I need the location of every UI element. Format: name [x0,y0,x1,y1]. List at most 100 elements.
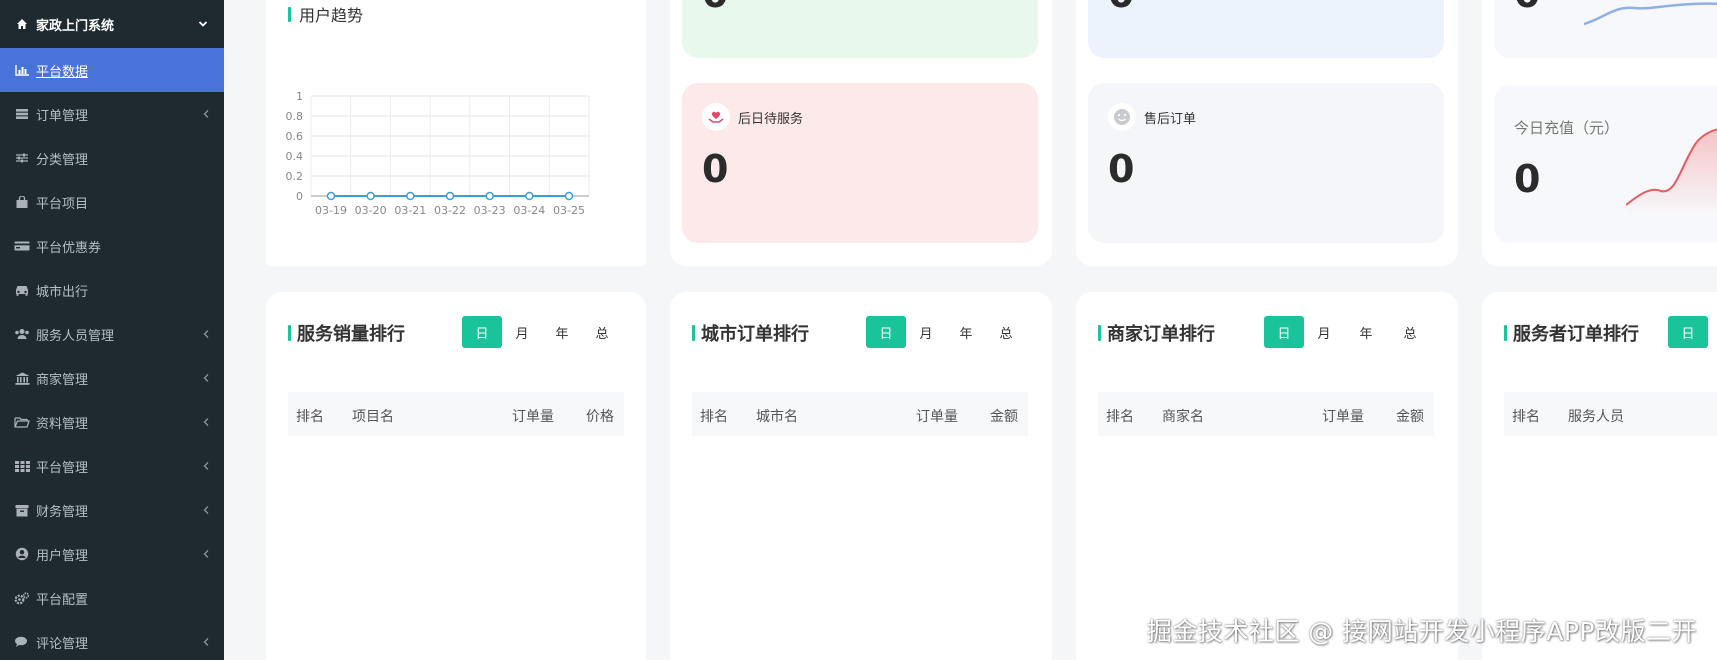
table-header: 排名 城市名 订单量 金额 [692,392,1028,436]
stat-column-1: 0 后日待服务 0 [670,0,1052,266]
tab-year[interactable]: 年 [542,316,582,348]
column-header: 订单量 [916,409,958,425]
tab-day[interactable]: 日 [1264,316,1304,348]
sidebar-item-materials[interactable]: 资料管理 [0,400,224,444]
user-trend-chart: 1 0.8 0.6 0.4 0.2 0 03-19 03-20 03-21 03-22 03-23 0… [286,90,590,217]
ranking-title: 服务者订单排行 [1504,320,1639,346]
stat-card-after-sale-service: 后日待服务 0 [682,83,1038,243]
ranking-card-services: 服务销量排行 日 月 年 总 排名 项目名 订单量 价格 [266,292,646,660]
ranking-title-text: 城市订单排行 [701,324,809,345]
tab-total[interactable]: 总 [986,316,1026,348]
stat-label: 售后订单 [1108,103,1196,131]
grid-icon [14,459,30,473]
dashboard-main: 用户趋势 1 0.8 0.6 0.4 0.2 0 03-19 03-20 03-21 03-22 0… [224,0,1717,660]
credit-card-icon [14,239,30,253]
stat-value: 0 [702,147,729,191]
sidebar: 家政上门系统 平台数据 订单管理 分类管理 平台项目 平台优惠券 城市出行 服务… [0,0,224,660]
sidebar-item-label: 资料管理 [36,416,89,432]
tab-day[interactable]: 日 [1668,316,1708,348]
sidebar-item-config[interactable]: 平台配置 [0,576,224,620]
stat-value: 0 [1514,0,1540,16]
tab-year[interactable]: 年 [1344,316,1388,348]
data-point [406,191,415,201]
column-header: 城市名 [756,409,798,425]
x-tick-label: 03-20 [355,204,387,217]
users-icon [14,327,30,341]
sliders-icon [14,151,30,165]
chevron-left-icon [203,374,209,382]
sidebar-item-merchants[interactable]: 商家管理 [0,356,224,400]
trend-title: 用户趋势 [288,2,363,26]
title-accent-bar [1098,325,1101,341]
column-header: 金额 [990,409,1018,425]
chevron-down-icon[interactable] [198,19,208,29]
sidebar-item-city-travel[interactable]: 城市出行 [0,268,224,312]
sidebar-header[interactable]: 家政上门系统 [0,0,224,48]
sidebar-item-categories[interactable]: 分类管理 [0,136,224,180]
sidebar-menu: 平台数据 订单管理 分类管理 平台项目 平台优惠券 城市出行 服务人员管理 商家… [0,48,224,660]
sidebar-item-platform-data[interactable]: 平台数据 [0,48,224,92]
ranking-title-text: 商家订单排行 [1107,324,1215,345]
stat-card-green: 0 [682,0,1038,58]
sidebar-item-comments[interactable]: 评论管理 [0,620,224,660]
trend-title-text: 用户趋势 [299,6,364,25]
user-circle-icon [14,547,30,561]
sidebar-item-users[interactable]: 用户管理 [0,532,224,576]
stat-card-after-sale-orders: 售后订单 0 [1088,83,1444,243]
y-tick-label: 1 [296,90,303,103]
x-tick-label: 03-24 [513,204,545,217]
user-trend-card: 用户趋势 1 0.8 0.6 0.4 0.2 0 03-19 03-20 03-21 03-22 0… [266,0,646,266]
sidebar-item-platform[interactable]: 平台管理 [0,444,224,488]
stat-label-text: 后日待服务 [738,111,804,127]
stat-value: 0 [1108,0,1134,16]
sparkline-blue [1584,2,1717,26]
chevron-left-icon [203,462,209,470]
ranking-title: 服务销量排行 [288,320,405,346]
sidebar-item-staff[interactable]: 服务人员管理 [0,312,224,356]
x-tick-label: 03-22 [434,204,466,217]
tab-day[interactable]: 日 [462,316,502,348]
sidebar-item-finance[interactable]: 财务管理 [0,488,224,532]
stat-card-today-recharge: 今日充值（元） 0 [1494,85,1717,243]
x-tick-label: 03-19 [315,204,347,217]
sidebar-item-label: 用户管理 [36,548,89,564]
tab-month[interactable]: 月 [1304,316,1344,348]
y-tick-label: 0.4 [286,150,304,163]
stat-label: 今日充值（元） [1514,117,1619,138]
tab-day[interactable]: 日 [866,316,906,348]
sidebar-item-label: 分类管理 [36,152,89,168]
sidebar-item-label: 评论管理 [36,636,89,652]
tab-month[interactable]: 月 [502,316,542,348]
home-icon [17,19,27,29]
sidebar-item-projects[interactable]: 平台项目 [0,180,224,224]
smiley-icon [1108,103,1136,131]
ranking-title-text: 服务者订单排行 [1513,324,1639,345]
chevron-left-icon [203,638,209,646]
sidebar-item-label: 平台优惠券 [36,240,102,256]
ranking-card-merchants: 商家订单排行 日 月 年 总 排名 商家名 订单量 金额 [1076,292,1458,660]
shopping-bag-icon [14,195,30,209]
sidebar-item-orders[interactable]: 订单管理 [0,92,224,136]
ranking-card-cities: 城市订单排行 日 月 年 总 排名 城市名 订单量 金额 [670,292,1052,660]
tab-year[interactable]: 年 [946,316,986,348]
tab-total[interactable]: 总 [582,316,622,348]
y-tick-label: 0 [296,190,303,203]
column-header: 排名 [700,409,728,425]
title-accent-bar [288,6,291,22]
period-tabs: 日 月 年 总 [866,316,1026,348]
watermark: 掘金技术社区 @ 接网站开发小程序APP改版二开 [1146,617,1697,646]
title-accent-bar [288,325,291,341]
ranking-title: 商家订单排行 [1098,320,1215,346]
tab-total[interactable]: 总 [1388,316,1432,348]
sidebar-item-coupons[interactable]: 平台优惠券 [0,224,224,268]
tab-month[interactable]: 月 [906,316,946,348]
sidebar-item-label: 城市出行 [36,284,89,300]
sidebar-item-label: 商家管理 [36,372,89,388]
x-tick-label: 03-21 [394,204,426,217]
app-title: 家政上门系统 [36,18,115,34]
column-header: 金额 [1396,409,1424,425]
column-header: 商家名 [1162,409,1204,425]
table-header: 排名 项目名 订单量 价格 [288,392,624,436]
chevron-left-icon [203,418,209,426]
sidebar-item-label: 服务人员管理 [36,328,115,344]
